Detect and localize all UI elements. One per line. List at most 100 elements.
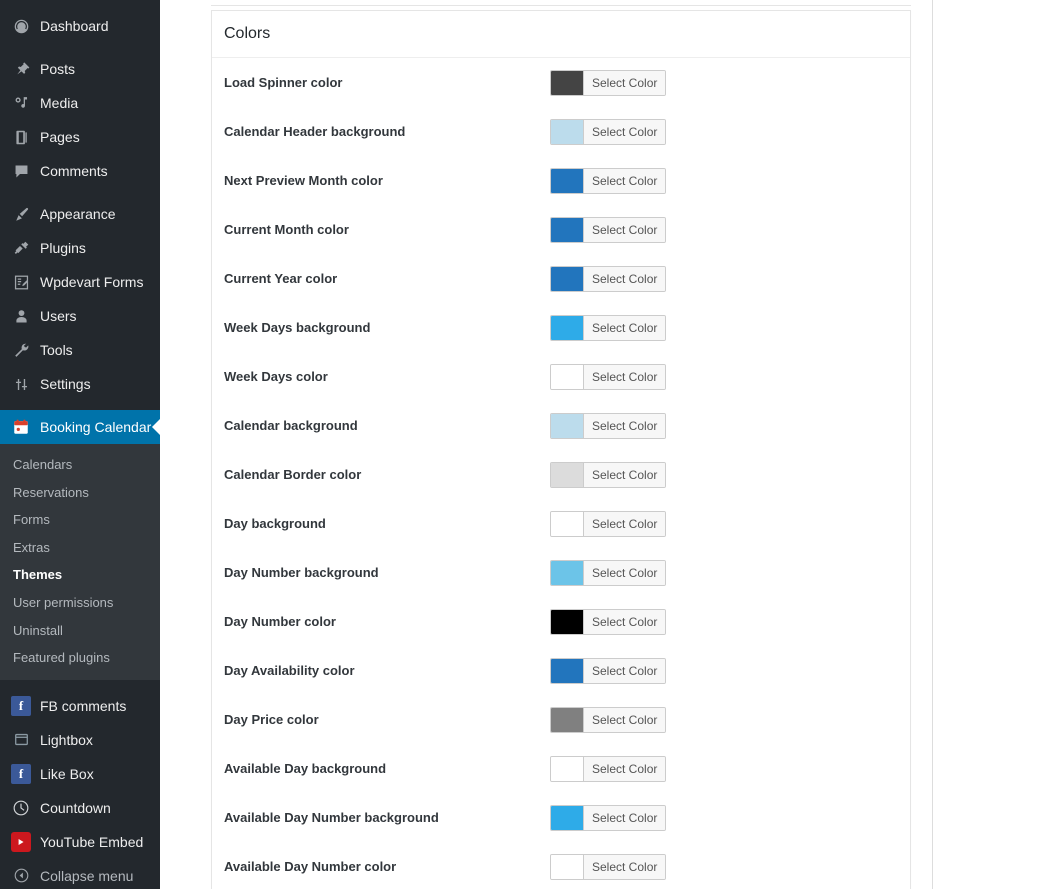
sidebar-item-label: YouTube Embed	[40, 833, 144, 850]
color-swatch[interactable]	[551, 462, 584, 487]
submenu-item-reservations[interactable]: Reservations	[0, 479, 160, 507]
select-color-button[interactable]: Select Color	[550, 265, 667, 292]
color-swatch[interactable]	[551, 707, 584, 732]
color-swatch[interactable]	[551, 413, 584, 438]
color-setting-control: Select Color	[550, 461, 898, 488]
color-setting-label: Calendar Header background	[224, 124, 406, 139]
sidebar-item-appearance[interactable]: Appearance	[0, 197, 160, 231]
select-color-button-label: Select Color	[584, 266, 666, 291]
sidebar-item-booking-calendar[interactable]: Booking Calendar	[0, 410, 160, 444]
color-swatch[interactable]	[551, 119, 584, 144]
select-color-button[interactable]: Select Color	[550, 559, 667, 586]
select-color-button[interactable]: Select Color	[550, 755, 667, 782]
colors-panel-header: Colors	[212, 11, 910, 58]
color-swatch[interactable]	[551, 217, 584, 242]
sidebar-item-countdown[interactable]: Countdown	[0, 791, 160, 825]
sidebar-item-comments[interactable]: Comments	[0, 154, 160, 188]
color-swatch[interactable]	[551, 560, 584, 585]
clock-icon	[11, 798, 31, 818]
color-swatch[interactable]	[551, 805, 584, 830]
color-setting-label: Day Price color	[224, 712, 319, 727]
youtube-badge	[11, 831, 31, 852]
color-setting-control: Select Color	[550, 265, 898, 292]
color-setting-control: Select Color	[550, 706, 898, 733]
sidebar-item-posts[interactable]: Posts	[0, 52, 160, 86]
sidebar-item-lightbox[interactable]: Lightbox	[0, 723, 160, 757]
select-color-button[interactable]: Select Color	[550, 853, 667, 880]
sidebar-item-dashboard[interactable]: Dashboard	[0, 9, 160, 43]
color-setting-row: Day Availability color Select Color	[224, 646, 898, 695]
select-color-button[interactable]: Select Color	[550, 167, 667, 194]
facebook-badge: f	[11, 763, 31, 784]
select-color-button[interactable]: Select Color	[550, 706, 667, 733]
color-swatch[interactable]	[551, 658, 584, 683]
sidebar-item-media[interactable]: Media	[0, 86, 160, 120]
wrench-icon	[11, 340, 31, 360]
brush-icon	[11, 204, 31, 224]
color-swatch[interactable]	[551, 168, 584, 193]
select-color-button[interactable]: Select Color	[550, 314, 667, 341]
select-color-button[interactable]: Select Color	[550, 510, 667, 537]
select-color-button[interactable]: Select Color	[550, 461, 667, 488]
sidebar-item-label: Settings	[40, 376, 91, 392]
sidebar-group-separator	[0, 680, 160, 689]
color-setting-label: Current Month color	[224, 222, 349, 237]
sidebar-item-plugins[interactable]: Plugins	[0, 231, 160, 265]
color-swatch[interactable]	[551, 854, 584, 879]
color-setting-row: Calendar Border color Select Color	[224, 450, 898, 499]
color-setting-control: Select Color	[550, 559, 898, 586]
color-swatch[interactable]	[551, 266, 584, 291]
color-swatch[interactable]	[551, 756, 584, 781]
color-setting-control: Select Color	[550, 167, 898, 194]
sidebar-item-users[interactable]: Users	[0, 299, 160, 333]
select-color-button[interactable]: Select Color	[550, 118, 667, 145]
sidebar-item-label: Countdown	[40, 799, 111, 816]
color-setting-row: Current Month color Select Color	[224, 205, 898, 254]
sidebar-item-settings[interactable]: Settings	[0, 367, 160, 401]
color-swatch[interactable]	[551, 364, 584, 389]
admin-sidebar: Dashboard Posts Media Pages Comments App…	[0, 0, 160, 889]
sidebar-item-label: Plugins	[40, 240, 86, 256]
sidebar-item-fb-comments[interactable]: f FB comments	[0, 689, 160, 723]
submenu-item-uninstall[interactable]: Uninstall	[0, 617, 160, 645]
submenu-item-user-permissions[interactable]: User permissions	[0, 589, 160, 617]
color-setting-row: Current Year color Select Color	[224, 254, 898, 303]
sidebar-item-collapse-menu[interactable]: Collapse menu	[0, 859, 160, 889]
color-swatch[interactable]	[551, 315, 584, 340]
sidebar-item-pages[interactable]: Pages	[0, 120, 160, 154]
color-setting-control: Select Color	[550, 657, 898, 684]
sidebar-top-spacer	[0, 0, 160, 9]
submenu-item-themes[interactable]: Themes	[0, 561, 160, 589]
select-color-button[interactable]: Select Color	[550, 216, 667, 243]
sidebar-item-like-box[interactable]: f Like Box	[0, 757, 160, 791]
sidebar-group-separator	[0, 188, 160, 197]
color-setting-row: Week Days background Select Color	[224, 303, 898, 352]
select-color-button-label: Select Color	[584, 854, 666, 879]
sidebar-item-tools[interactable]: Tools	[0, 333, 160, 367]
settings-column: Colors Load Spinner color Select Color Cal…	[211, 0, 911, 889]
color-setting-row: Day Price color Select Color	[224, 695, 898, 744]
sidebar-item-youtube-embed[interactable]: YouTube Embed	[0, 825, 160, 859]
submenu-item-extras[interactable]: Extras	[0, 534, 160, 562]
comment-icon	[11, 161, 31, 181]
active-menu-arrow-icon	[152, 419, 160, 435]
sidebar-item-label: Media	[40, 95, 79, 111]
select-color-button[interactable]: Select Color	[550, 412, 667, 439]
select-color-button[interactable]: Select Color	[550, 69, 667, 96]
select-color-button[interactable]: Select Color	[550, 363, 667, 390]
select-color-button[interactable]: Select Color	[550, 804, 667, 831]
color-swatch[interactable]	[551, 609, 584, 634]
color-setting-control: Select Color	[550, 412, 898, 439]
select-color-button[interactable]: Select Color	[550, 657, 667, 684]
color-setting-label: Next Preview Month color	[224, 173, 383, 188]
submenu-item-featured-plugins[interactable]: Featured plugins	[0, 644, 160, 672]
sidebar-item-wpdevart-forms[interactable]: Wpdevart Forms	[0, 265, 160, 299]
color-swatch[interactable]	[551, 70, 584, 95]
submenu-item-calendars[interactable]: Calendars	[0, 451, 160, 479]
colors-panel: Colors Load Spinner color Select Color Cal…	[211, 10, 911, 889]
submenu-item-forms[interactable]: Forms	[0, 506, 160, 534]
color-setting-label: Calendar Border color	[224, 467, 362, 482]
select-color-button[interactable]: Select Color	[550, 608, 667, 635]
color-swatch[interactable]	[551, 511, 584, 536]
select-color-button-label: Select Color	[584, 168, 666, 193]
